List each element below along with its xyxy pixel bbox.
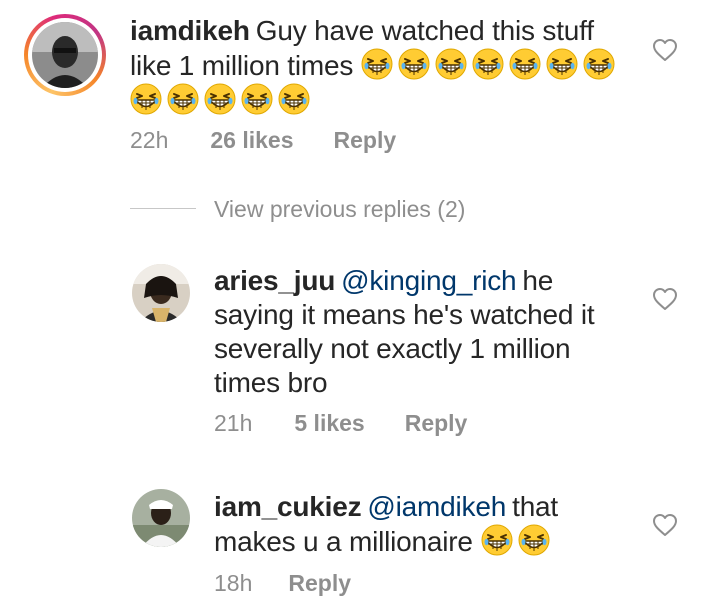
story-ring-avatar[interactable] (24, 14, 106, 96)
comment-meta: 22h 26 likes Reply (130, 127, 396, 154)
reply-text: saying it means he's watched it (214, 299, 595, 330)
mention-link[interactable]: @kinging_rich (341, 265, 516, 296)
comment-timestamp: 22h (130, 127, 169, 153)
heart-outline-icon[interactable] (652, 38, 678, 62)
laugh-emoji-icon (546, 48, 578, 80)
reply-body: aries_juu @kinging_rich he saying it means… (214, 264, 634, 400)
reply-timestamp: 21h (214, 410, 253, 436)
emoji-row (130, 83, 610, 118)
emoji-row (361, 50, 620, 81)
mention-link[interactable]: @iamdikeh (367, 491, 506, 522)
reply-username[interactable]: aries_juu (214, 265, 335, 296)
laugh-emoji-icon (481, 524, 513, 556)
reply-text: that (512, 491, 559, 522)
reply-timestamp: 18h (214, 570, 253, 596)
laugh-emoji-icon (361, 48, 393, 80)
reply-body: iam_cukiez @iamdikeh that makes u a millio… (214, 490, 634, 559)
reply-likes-count[interactable]: 5 likes (294, 410, 364, 437)
reply-button[interactable]: Reply (334, 127, 397, 154)
avatar[interactable] (132, 264, 190, 322)
reply-meta: 21h 5 likes Reply (214, 410, 467, 437)
replies-divider (130, 208, 196, 209)
comment-text: Guy have watched this stuff (255, 15, 594, 46)
laugh-emoji-icon (204, 83, 236, 115)
reply-username[interactable]: iam_cukiez (214, 491, 362, 522)
laugh-emoji-icon (583, 48, 615, 80)
laugh-emoji-icon (509, 48, 541, 80)
comment-body: iamdikeh Guy have watched this stuff like… (130, 14, 610, 118)
heart-outline-icon[interactable] (652, 287, 678, 311)
laugh-emoji-icon (167, 83, 199, 115)
reply-text: makes u a millionaire (214, 526, 473, 557)
comment-text: like 1 million times (130, 50, 354, 81)
comment-username[interactable]: iamdikeh (130, 15, 250, 46)
reply-button[interactable]: Reply (405, 410, 468, 437)
reply-button[interactable]: Reply (288, 570, 351, 597)
reply-meta: 18h Reply (214, 570, 351, 597)
reply-text: severally not exactly 1 million (214, 333, 571, 364)
emoji-row (481, 526, 555, 557)
reply-text: he (522, 265, 554, 296)
laugh-emoji-icon (472, 48, 504, 80)
laugh-emoji-icon (241, 83, 273, 115)
reply-text: times bro (214, 367, 328, 398)
laugh-emoji-icon (518, 524, 550, 556)
avatar[interactable] (132, 489, 190, 547)
view-previous-replies-button[interactable]: View previous replies (2) (214, 196, 465, 223)
comment-likes-count[interactable]: 26 likes (210, 127, 293, 154)
laugh-emoji-icon (278, 83, 310, 115)
laugh-emoji-icon (130, 83, 162, 115)
laugh-emoji-icon (435, 48, 467, 80)
avatar (32, 22, 98, 88)
laugh-emoji-icon (398, 48, 430, 80)
heart-outline-icon[interactable] (652, 513, 678, 537)
